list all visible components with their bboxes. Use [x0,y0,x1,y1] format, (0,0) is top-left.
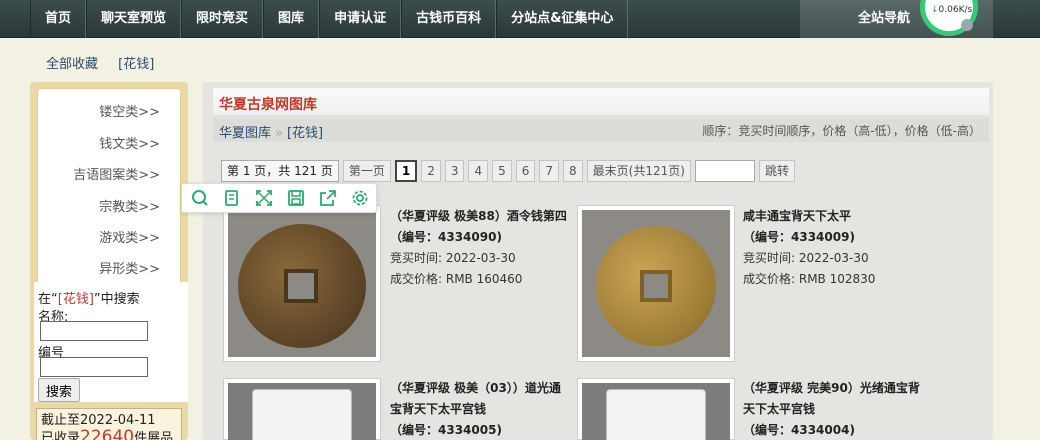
category-auspicious[interactable]: 吉语图案类>> [73,164,160,183]
path-separator: » [275,126,283,141]
code-input[interactable] [40,357,148,377]
share-icon[interactable] [316,187,339,209]
first-page-button[interactable]: 第一页 [342,160,391,182]
page-4[interactable]: 4 [468,160,489,182]
nav-auction[interactable]: 限时竞买 [181,0,264,38]
fullscreen-icon[interactable] [252,187,275,209]
nav-certification[interactable]: 申请认证 [319,0,402,38]
nav-encyclopedia[interactable]: 古钱币百科 [401,0,497,38]
sidebar: 镂空类>> 钱文类>> 吉语图案类>> 宗教类>> 游戏类>> 异形类>> 在“… [30,82,188,440]
item-name[interactable]: 咸丰通宝背天下太平 [743,206,943,227]
item-code: （编号：4334005) [390,423,502,437]
page-7[interactable]: 7 [539,160,560,182]
search-panel: 在“[花钱]”中搜索 名称: 编号 搜索 [34,282,188,402]
path-category[interactable]: [花钱] [287,126,323,141]
item-thumbnail[interactable] [577,205,735,362]
main-menu: 首页 聊天室预览 限时竞买 图库 申请认证 古钱币百科 分站点&征集中心 [30,0,629,38]
stats-count-line: 已收录22640件展品 [41,429,177,440]
path-root[interactable]: 华夏图库 [219,126,271,141]
search-button[interactable]: 搜索 [38,378,80,402]
page-2[interactable]: 2 [421,160,441,182]
nav-chatroom[interactable]: 聊天室预览 [86,0,182,38]
page-1[interactable]: 1 [394,160,418,182]
page-jump-input[interactable] [694,160,755,182]
page-6[interactable]: 6 [515,160,536,182]
page-info: 第 1 页，共 121 页 [221,160,339,182]
item-name-line2[interactable]: 天下太平宫钱 [743,399,943,420]
nav-home[interactable]: 首页 [30,0,87,38]
stats-box: 截止至2022-04-11 已收录22640件展品 [36,408,182,440]
speed-value: 0.06K/s [938,5,973,15]
item-time: 竞买时间: 2022-03-30 [390,251,516,265]
pagination: 第 1 页，共 121 页 第一页 1 2 3 4 5 6 7 8 最末页(共1… [221,160,795,182]
breadcrumb: 全部收藏 [花钱] [46,53,170,72]
top-navigation: 首页 聊天室预览 限时竞买 图库 申请认证 古钱币百科 分站点&征集中心 全站导… [0,0,1040,38]
item-time: 竞买时间: 2022-03-30 [743,251,869,265]
gallery-path: 华夏图库 » [花钱] 顺序：竞买时间顺序，价格（高-低），价格（低-高） [213,118,989,142]
category-hollow[interactable]: 镂空类>> [99,101,160,120]
item-price: 成交价格: RMB 160460 [390,272,523,286]
item-name[interactable]: （华夏评级 极美（03））道光通 [390,378,580,399]
sort-options[interactable]: 顺序：竞买时间顺序，价格（高-低），价格（低-高） [702,122,981,139]
item-name[interactable]: （华夏评级 完美90）光绪通宝背 [743,378,943,399]
item-code: （编号：4334009) [743,230,855,244]
speed-dot-icon [961,19,973,31]
crumb-all[interactable]: 全部收藏 [46,57,98,72]
page-8[interactable]: 8 [563,160,583,182]
last-page-button[interactable]: 最末页(共121页) [586,160,691,182]
nav-branches[interactable]: 分站点&征集中心 [496,0,629,38]
jump-button[interactable]: 跳转 [758,160,795,182]
crumb-huaqian[interactable]: [花钱] [118,57,154,72]
stats-count: 22640 [80,427,135,440]
speed-arrow-icon: ↓ [931,5,939,15]
name-input[interactable] [40,321,148,341]
image-toolbar [181,183,377,213]
search-icon[interactable] [188,187,211,209]
category-game[interactable]: 游戏类>> [99,227,160,246]
copy-icon[interactable] [220,187,243,209]
settings-icon[interactable] [348,187,371,209]
item-name[interactable]: （华夏评级 极美88）酒令钱第四 [390,206,580,227]
item-thumbnail[interactable] [223,378,381,440]
item-code: （编号：4334004) [743,423,855,437]
item-thumbnail[interactable] [577,378,735,440]
category-odd-shape[interactable]: 异形类>> [99,258,160,277]
page-3[interactable]: 3 [444,160,465,182]
item-code: （编号：4334090) [390,230,502,244]
item-thumbnail[interactable] [223,205,381,362]
category-inscription[interactable]: 钱文类>> [99,133,160,152]
search-scope: 在“[花钱]”中搜索 [38,292,140,307]
item-price: 成交价格: RMB 102830 [743,272,876,286]
save-icon[interactable] [284,187,307,209]
category-religious[interactable]: 宗教类>> [99,196,160,215]
page-5[interactable]: 5 [492,160,512,182]
item-name-line2[interactable]: 宝背天下太平宫钱 [390,399,580,420]
gallery-title: 华夏古泉网图库 [219,97,317,113]
nav-gallery[interactable]: 图库 [263,0,320,38]
